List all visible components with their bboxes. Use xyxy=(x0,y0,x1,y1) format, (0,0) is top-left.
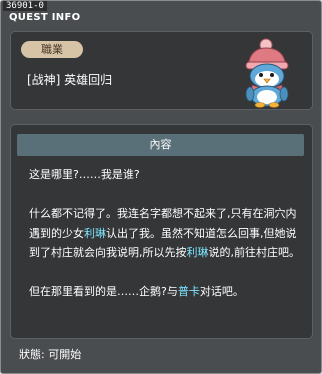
job-panel: 職業 [战神] 英雄回归 xyxy=(10,31,313,110)
text-segment: 说的,前往村庄吧。 xyxy=(208,246,301,259)
penguin-npc-icon xyxy=(238,38,298,108)
description-paragraph-2: 什么都不记得了。我连名字都想不起来了,只有在洞穴内遇到的少女利琳认出了我。虽然不… xyxy=(29,204,301,263)
content-panel: 內容 这是哪里?……我是谁? 什么都不记得了。我连名字都想不起来了,只有在洞穴内… xyxy=(10,124,313,339)
quest-info-window: 36901-0 QUEST INFO 職業 [战神] 英雄回归 內容 这是哪里?… xyxy=(0,0,322,374)
description-line-1: 这是哪里?……我是谁? xyxy=(29,168,140,181)
quest-description: 这是哪里?……我是谁? 什么都不记得了。我连名字都想不起来了,只有在洞穴内遇到的… xyxy=(29,165,301,302)
window-title: QUEST INFO xyxy=(9,12,81,23)
job-badge: 職業 xyxy=(21,41,83,58)
quest-id: 36901-0 xyxy=(3,1,47,11)
content-header: 內容 xyxy=(17,134,304,156)
job-name: [战神] 英雄回归 xyxy=(27,73,113,87)
npc-name-lilin: 利琳 xyxy=(186,246,209,259)
npc-name-lilin: 利琳 xyxy=(84,226,106,240)
description-paragraph-3: 但在那里看到的是……企鹅?与普卡对话吧。 xyxy=(29,282,301,302)
quest-status: 狀態: 可開始 xyxy=(19,348,82,361)
text-segment: 但在那里看到的是……企鹅?与 xyxy=(29,285,178,298)
npc-name-puka: 普卡 xyxy=(177,285,200,298)
text-segment: 对话吧。 xyxy=(199,285,244,298)
